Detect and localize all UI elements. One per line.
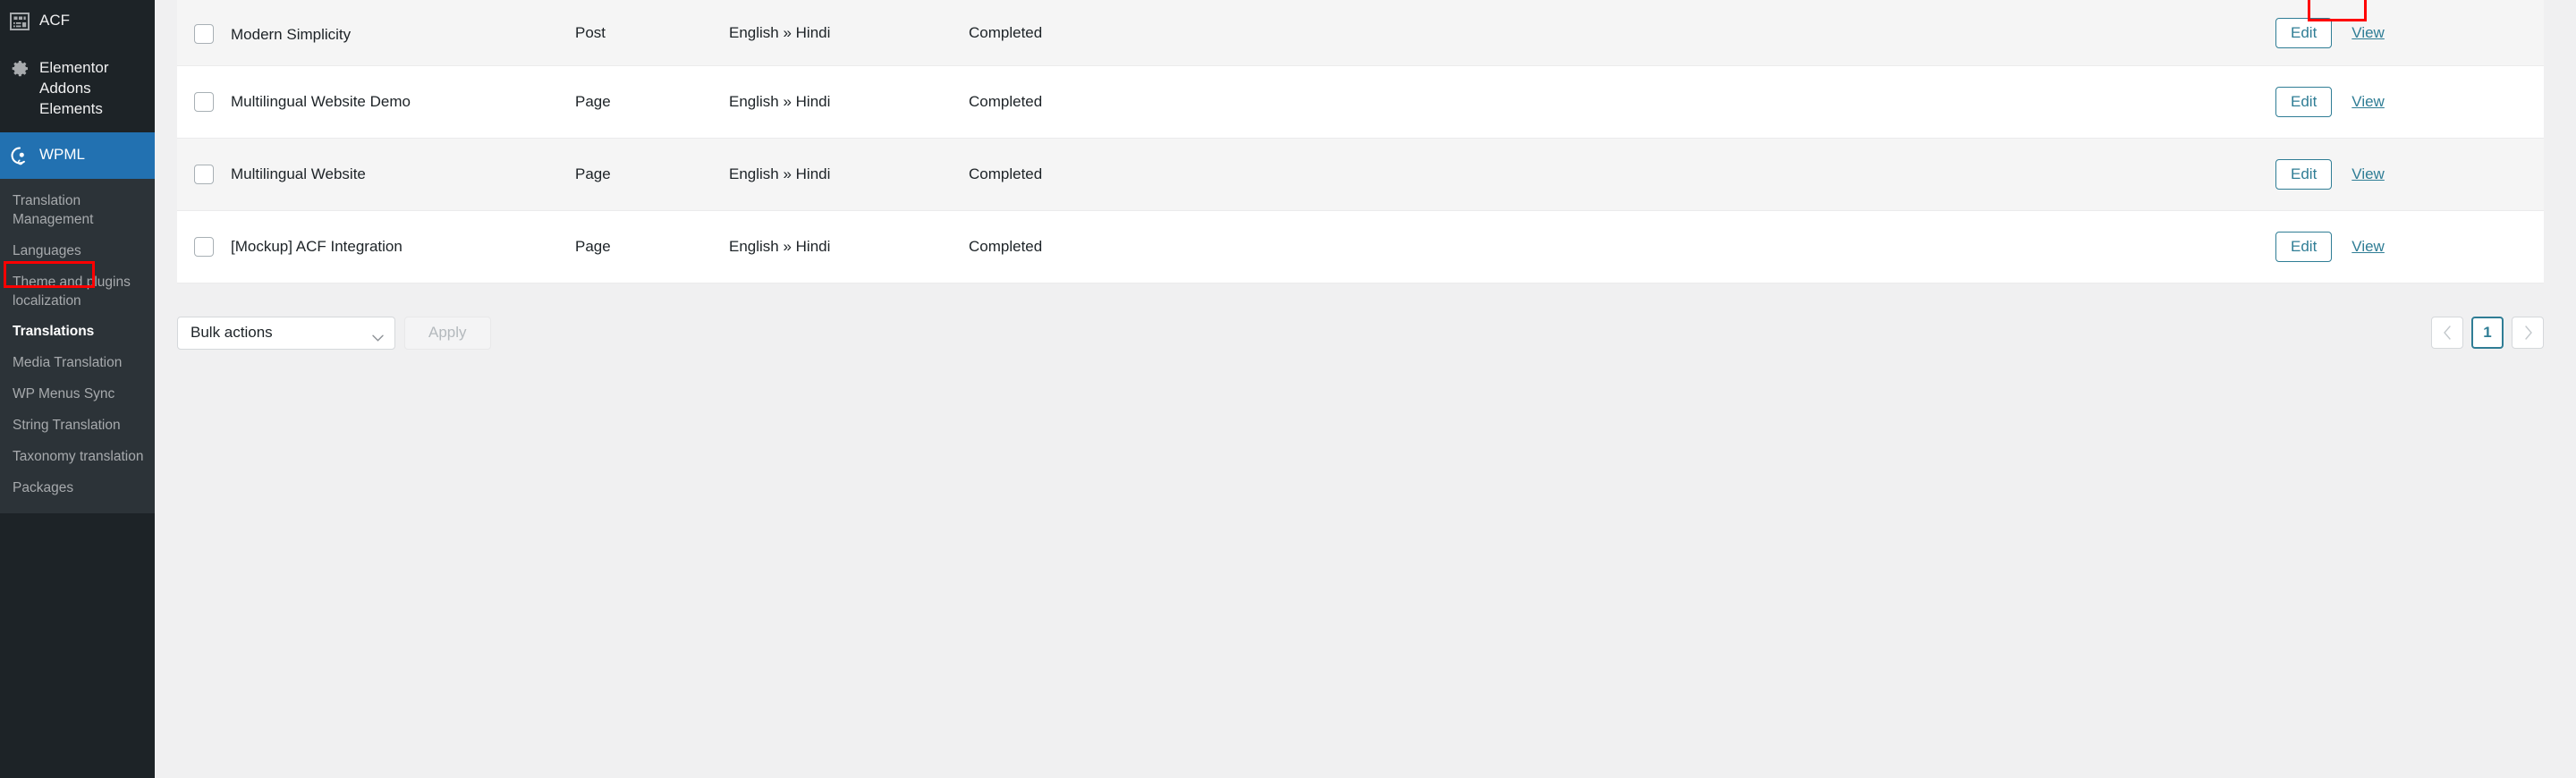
sidebar-item-acf[interactable]: ACF — [0, 0, 155, 47]
chevron-right-icon — [2524, 326, 2532, 340]
pagination-page-1[interactable]: 1 — [2471, 317, 2504, 349]
pagination-next-button[interactable] — [2512, 317, 2544, 349]
main-content: Modern Simplicity Post English » Hindi C… — [155, 0, 2576, 778]
view-link[interactable]: View — [2351, 24, 2385, 42]
edit-button[interactable]: Edit — [2275, 232, 2333, 262]
row-language-cell: English » Hindi — [729, 211, 969, 283]
row-checkbox-cell — [177, 211, 231, 283]
table-footer-bar: Bulk actions Apply 1 — [177, 300, 2544, 365]
row-language-cell: English » Hindi — [729, 66, 969, 138]
sidebar-subitem-taxonomy-translation[interactable]: Taxonomy translation — [0, 442, 155, 473]
table-row[interactable]: Multilingual Website Demo Page English »… — [177, 66, 2544, 139]
acf-form-icon — [10, 12, 30, 31]
row-language: English » Hindi — [729, 238, 831, 255]
edit-button[interactable]: Edit — [2275, 159, 2333, 190]
row-actions-cell: Edit View — [2275, 139, 2544, 210]
row-title: Modern Simplicity — [231, 26, 352, 43]
row-checkbox-cell — [177, 0, 231, 65]
sidebar-subitem-media-translation[interactable]: Media Translation — [0, 348, 155, 379]
row-select-checkbox[interactable] — [194, 165, 214, 184]
sidebar-subitem-languages[interactable]: Languages — [0, 236, 155, 267]
wpml-submenu: Translation Management Languages Theme a… — [0, 178, 155, 513]
row-language-cell: English » Hindi — [729, 0, 969, 65]
row-language: English » Hindi — [729, 93, 831, 110]
row-type: Page — [575, 238, 611, 255]
row-actions-cell: Edit View — [2275, 0, 2544, 65]
row-type: Page — [575, 165, 611, 182]
view-link[interactable]: View — [2351, 165, 2385, 183]
sidebar-subitem-theme-and-plugins-localization[interactable]: Theme and plugins localization — [0, 267, 155, 317]
sidebar-subitem-translations[interactable]: Translations — [0, 317, 155, 348]
row-status-cell: Completed — [969, 139, 2275, 210]
sidebar-top-menu: ACF Elementor Addons Elements WPML — [0, 0, 155, 179]
row-select-checkbox[interactable] — [194, 92, 214, 112]
pagination: 1 — [2431, 317, 2544, 349]
row-select-checkbox[interactable] — [194, 24, 214, 44]
row-type-cell: Page — [575, 139, 729, 210]
bulk-actions-select[interactable]: Bulk actions — [177, 316, 395, 350]
row-type-cell: Post — [575, 0, 729, 65]
row-language: English » Hindi — [729, 165, 831, 182]
translations-table: Modern Simplicity Post English » Hindi C… — [177, 0, 2544, 283]
row-status: Completed — [969, 93, 1043, 110]
row-type: Post — [575, 23, 606, 41]
edit-button[interactable]: Edit — [2275, 87, 2333, 117]
wpml-logo-icon — [10, 146, 30, 165]
row-type: Page — [575, 93, 611, 110]
chevron-left-icon — [2443, 326, 2451, 340]
edit-button[interactable]: Edit — [2275, 17, 2333, 48]
row-type-cell: Page — [575, 211, 729, 283]
apply-button[interactable]: Apply — [404, 316, 491, 350]
row-checkbox-cell — [177, 139, 231, 210]
sidebar-item-elementor-addons-elements[interactable]: Elementor Addons Elements — [0, 47, 155, 132]
row-checkbox-cell — [177, 66, 231, 138]
row-title-cell: Multilingual Website — [231, 139, 575, 210]
sidebar-item-wpml[interactable]: WPML — [0, 131, 155, 179]
bulk-actions-group: Bulk actions Apply — [177, 316, 491, 350]
row-title: [Mockup] ACF Integration — [231, 238, 402, 255]
wpml-translations-screen: ACF Elementor Addons Elements WPML Trans… — [0, 0, 2576, 778]
row-status: Completed — [969, 23, 1043, 41]
view-link[interactable]: View — [2351, 93, 2385, 111]
row-status-cell: Completed — [969, 66, 2275, 138]
row-title-cell: Modern Simplicity — [231, 0, 575, 65]
sidebar-subitem-string-translation[interactable]: String Translation — [0, 410, 155, 442]
row-title-cell: Multilingual Website Demo — [231, 66, 575, 138]
row-status-cell: Completed — [969, 0, 2275, 65]
row-actions-cell: Edit View — [2275, 211, 2544, 283]
gear-icon — [10, 59, 30, 79]
row-language: English » Hindi — [729, 23, 831, 41]
chevron-down-icon — [372, 328, 384, 342]
row-title-cell: [Mockup] ACF Integration — [231, 211, 575, 283]
row-status: Completed — [969, 238, 1043, 255]
bulk-actions-selected-value: Bulk actions — [191, 324, 273, 341]
row-title: Multilingual Website Demo — [231, 93, 411, 110]
table-row[interactable]: Modern Simplicity Post English » Hindi C… — [177, 0, 2544, 66]
sidebar-item-label: Elementor Addons Elements — [39, 59, 109, 117]
sidebar-item-label: ACF — [39, 12, 70, 29]
table-row[interactable]: Multilingual Website Page English » Hind… — [177, 139, 2544, 211]
sidebar-subitem-packages[interactable]: Packages — [0, 473, 155, 504]
row-title: Multilingual Website — [231, 165, 366, 182]
row-language-cell: English » Hindi — [729, 139, 969, 210]
pagination-prev-button[interactable] — [2431, 317, 2463, 349]
view-link[interactable]: View — [2351, 238, 2385, 256]
row-select-checkbox[interactable] — [194, 237, 214, 257]
row-status: Completed — [969, 165, 1043, 182]
table-row[interactable]: [Mockup] ACF Integration Page English » … — [177, 211, 2544, 283]
row-type-cell: Page — [575, 66, 729, 138]
admin-sidebar: ACF Elementor Addons Elements WPML Trans… — [0, 0, 155, 778]
row-actions-cell: Edit View — [2275, 66, 2544, 138]
sidebar-subitem-translation-management[interactable]: Translation Management — [0, 186, 155, 236]
sidebar-item-label: WPML — [39, 145, 85, 163]
row-status-cell: Completed — [969, 211, 2275, 283]
annotation-highlight-view — [2308, 0, 2367, 21]
sidebar-subitem-wp-menus-sync[interactable]: WP Menus Sync — [0, 379, 155, 410]
